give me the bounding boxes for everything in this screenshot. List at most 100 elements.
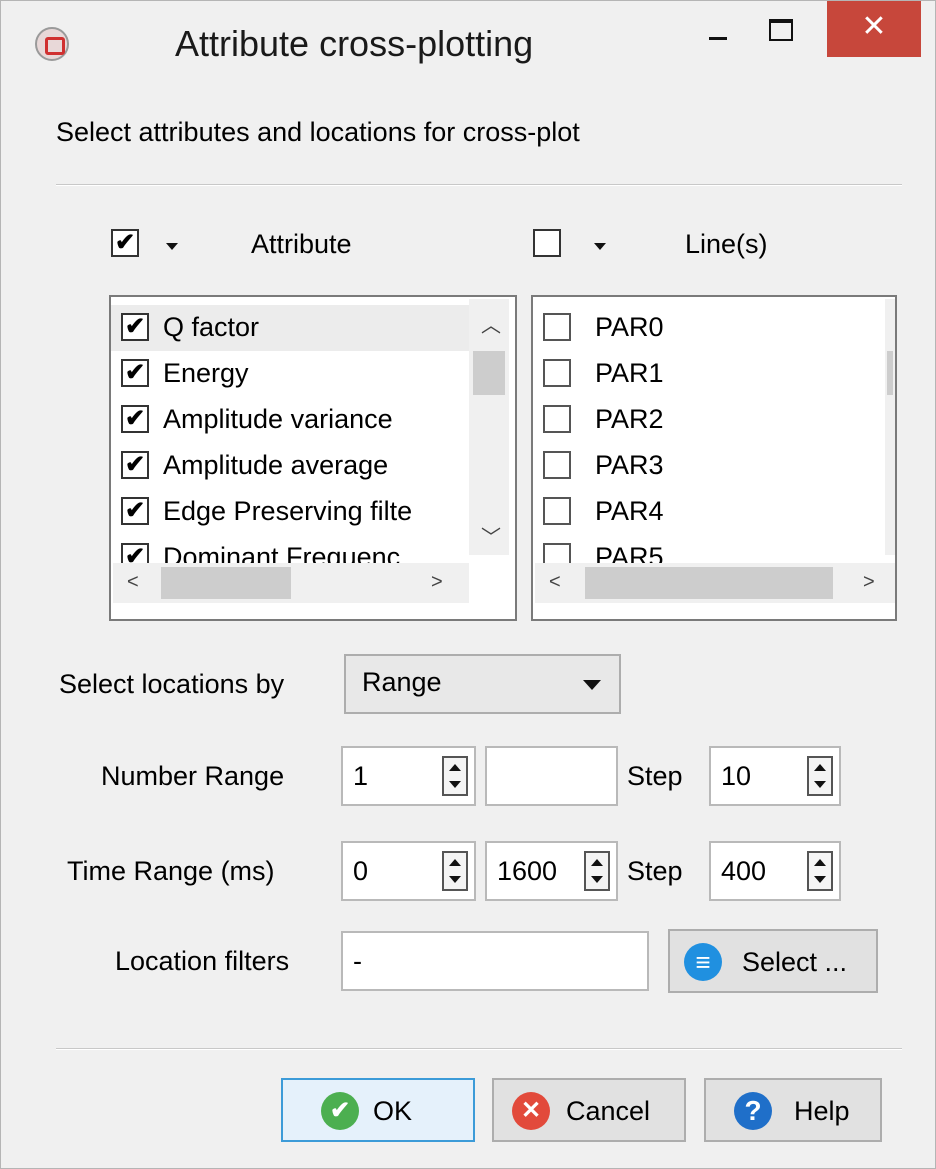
location-filters-field[interactable]: - [341, 931, 649, 991]
location-filters-label: Location filters [115, 946, 290, 976]
line-label: PAR0 [595, 312, 664, 342]
line-label: PAR4 [595, 496, 664, 526]
attribute-column-header: Attribute [251, 229, 352, 259]
ok-label: OK [373, 1096, 413, 1126]
title-bar[interactable]: Attribute cross-plotting ✕ [1, 1, 935, 89]
list-item[interactable]: ✔ Amplitude average [111, 443, 469, 489]
attribute-label: Edge Preserving filte [163, 496, 413, 526]
close-button[interactable]: ✕ [827, 1, 921, 57]
line-label: PAR2 [595, 404, 664, 434]
attribute-crossplot-dialog: Attribute cross-plotting ✕ Select attrib… [0, 0, 936, 1169]
cancel-label: Cancel [566, 1096, 651, 1126]
select-filters-button[interactable]: ≡ Select ... [668, 929, 878, 993]
list-item[interactable]: ✔ Energy [111, 351, 469, 397]
attribute-checkbox[interactable]: ✔ [121, 497, 149, 525]
line-checkbox[interactable] [543, 405, 571, 433]
chevron-down-icon [583, 680, 601, 690]
lines-select-menu-caret[interactable] [594, 243, 606, 250]
attribute-label: Amplitude variance [163, 404, 393, 434]
scroll-left-arrow-icon[interactable]: < [127, 571, 139, 594]
select-locations-dropdown[interactable]: Range [344, 654, 621, 714]
attributes-select-menu-caret[interactable] [166, 243, 178, 250]
cancel-icon: ✕ [512, 1092, 550, 1130]
attribute-checkbox[interactable]: ✔ [121, 451, 149, 479]
vertical-scroll-thumb[interactable] [473, 351, 505, 395]
minimize-button[interactable] [689, 1, 749, 57]
location-filters-value: - [353, 946, 362, 976]
number-range-stop-field[interactable] [485, 746, 618, 806]
scroll-right-arrow-icon[interactable]: > [863, 571, 875, 594]
top-divider [56, 184, 902, 186]
help-label: Help [794, 1096, 850, 1126]
line-checkbox[interactable] [543, 313, 571, 341]
number-range-start-field[interactable]: 1 [341, 746, 476, 806]
attribute-checkbox[interactable]: ✔ [121, 313, 149, 341]
line-checkbox[interactable] [543, 497, 571, 525]
attribute-label: Q factor [163, 312, 260, 342]
attribute-checkbox[interactable]: ✔ [121, 359, 149, 387]
select-locations-label: Select locations by [59, 669, 285, 699]
scroll-up-arrow-icon[interactable]: ︿ [481, 309, 501, 338]
checkmark-icon: ✔ [321, 1092, 359, 1130]
cancel-button[interactable]: ✕ Cancel [492, 1078, 686, 1142]
number-range-start-spinner[interactable] [442, 756, 468, 796]
window-title: Attribute cross-plotting [175, 23, 534, 64]
time-range-start-field[interactable]: 0 [341, 841, 476, 901]
lines-select-all-checkbox[interactable] [533, 229, 561, 257]
line-checkbox[interactable] [543, 359, 571, 387]
lines-list[interactable]: PAR0 PAR1 PAR2 PAR3 PAR4 PAR5 < > [531, 295, 897, 621]
help-button[interactable]: ? Help [704, 1078, 882, 1142]
attribute-list-vertical-scrollbar[interactable]: ︿ ﹀ [469, 299, 509, 555]
lines-list-horizontal-scrollbar[interactable]: < > [535, 563, 895, 603]
time-range-stop-value: 1600 [497, 856, 558, 886]
app-icon [35, 27, 69, 61]
attribute-list-horizontal-scrollbar[interactable]: < > [113, 563, 469, 603]
maximize-button[interactable] [759, 1, 819, 57]
ok-button[interactable]: ✔ OK [281, 1078, 475, 1142]
list-icon: ≡ [684, 943, 722, 981]
number-range-step-label: Step [627, 761, 683, 791]
list-item[interactable]: ✔ Edge Preserving filte [111, 489, 469, 535]
horizontal-scroll-thumb[interactable] [161, 567, 291, 599]
attribute-checkbox[interactable]: ✔ [121, 405, 149, 433]
time-range-stop-spinner[interactable] [584, 851, 610, 891]
number-range-step-spinner[interactable] [807, 756, 833, 796]
lines-list-vertical-scrollbar[interactable] [885, 299, 895, 555]
list-item[interactable]: ✔ Q factor [111, 305, 469, 351]
scroll-right-arrow-icon[interactable]: > [431, 571, 443, 594]
number-range-label: Number Range [101, 761, 285, 791]
line-checkbox[interactable] [543, 451, 571, 479]
list-item[interactable]: PAR1 [533, 351, 889, 397]
list-item[interactable]: PAR0 [533, 305, 889, 351]
bottom-divider [56, 1048, 902, 1050]
select-locations-value: Range [362, 667, 442, 697]
lines-column-header: Line(s) [685, 229, 768, 259]
scroll-left-arrow-icon[interactable]: < [549, 571, 561, 594]
time-range-label: Time Range (ms) [67, 856, 275, 886]
list-item[interactable]: PAR3 [533, 443, 889, 489]
attribute-label: Amplitude average [163, 450, 389, 480]
time-range-step-field[interactable]: 400 [709, 841, 841, 901]
time-range-step-label: Step [627, 856, 683, 886]
scroll-down-arrow-icon[interactable]: ﹀ [481, 521, 501, 550]
vertical-scroll-thumb[interactable] [887, 351, 893, 395]
time-range-stop-field[interactable]: 1600 [485, 841, 618, 901]
list-item[interactable]: PAR4 [533, 489, 889, 535]
select-filters-label: Select ... [742, 947, 848, 977]
list-item[interactable]: ✔ Amplitude variance [111, 397, 469, 443]
help-icon: ? [734, 1092, 772, 1130]
line-label: PAR1 [595, 358, 664, 388]
time-range-start-value: 0 [353, 856, 369, 886]
attribute-list[interactable]: ✔ Q factor ✔ Energy ✔ Amplitude variance… [109, 295, 517, 621]
time-range-step-value: 400 [721, 856, 767, 886]
list-item[interactable]: PAR2 [533, 397, 889, 443]
number-range-start-value: 1 [353, 761, 369, 791]
time-range-start-spinner[interactable] [442, 851, 468, 891]
horizontal-scroll-thumb[interactable] [585, 567, 833, 599]
time-range-step-spinner[interactable] [807, 851, 833, 891]
number-range-step-value: 10 [721, 761, 752, 791]
attributes-select-all-checkbox[interactable]: ✔ [111, 229, 139, 257]
instruction-text: Select attributes and locations for cros… [56, 117, 580, 147]
number-range-step-field[interactable]: 10 [709, 746, 841, 806]
attribute-label: Energy [163, 358, 249, 388]
